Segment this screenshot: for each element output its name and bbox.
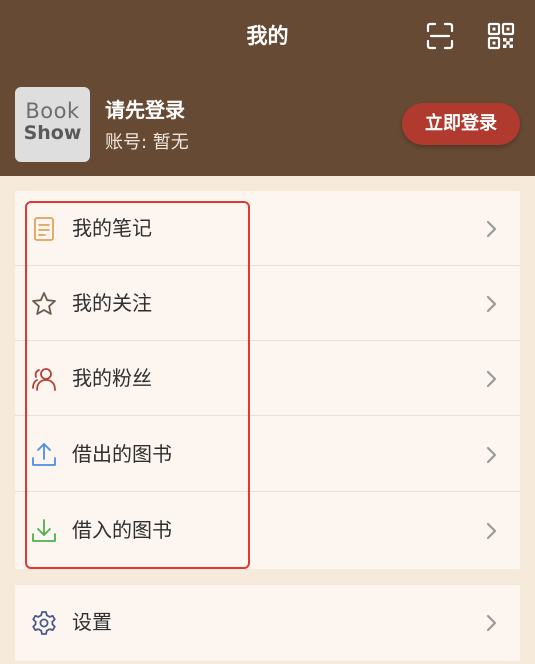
chevron-right-icon <box>482 444 502 466</box>
menu-card: 我的笔记 我的关注 我的粉丝 借出的图书 借入的图书 <box>15 191 520 569</box>
avatar[interactable]: Book Show <box>15 87 90 162</box>
login-button[interactable]: 立即登录 <box>402 103 520 145</box>
menu-item-label: 我的笔记 <box>72 216 152 240</box>
chevron-right-icon <box>482 218 502 240</box>
menu-item-label: 设置 <box>72 610 112 634</box>
upload-icon <box>30 441 58 469</box>
chevron-right-icon <box>482 293 502 315</box>
menu-item-settings[interactable]: 设置 <box>15 585 520 660</box>
menu-item-following[interactable]: 我的关注 <box>15 266 520 341</box>
menu-item-label: 借出的图书 <box>72 442 172 466</box>
header-area: 我的 Book Show 请先登录 账号: 暂无 立即登录 <box>0 0 535 176</box>
chevron-right-icon <box>482 368 502 390</box>
users-icon <box>30 365 58 393</box>
divider <box>15 415 520 416</box>
menu-item-notes[interactable]: 我的笔记 <box>15 191 520 266</box>
profile-page: 我的 Book Show 请先登录 账号: 暂无 立即登录 我的笔记 我的关注 … <box>0 0 535 664</box>
divider <box>15 491 520 492</box>
avatar-logo-line1: Book <box>25 99 80 123</box>
qr-code-icon[interactable] <box>486 21 516 51</box>
note-icon <box>30 215 58 243</box>
chevron-right-icon <box>482 520 502 542</box>
menu-item-label: 借入的图书 <box>72 518 172 542</box>
menu-item-lent-books[interactable]: 借出的图书 <box>15 417 520 492</box>
settings-card: 设置 <box>15 585 520 661</box>
scan-icon[interactable] <box>425 21 455 51</box>
menu-item-fans[interactable]: 我的粉丝 <box>15 341 520 416</box>
gear-icon <box>30 609 58 637</box>
chevron-right-icon <box>482 612 502 634</box>
menu-item-borrowed-books[interactable]: 借入的图书 <box>15 493 520 568</box>
menu-item-label: 我的粉丝 <box>72 366 152 390</box>
star-icon <box>30 290 58 318</box>
menu-item-label: 我的关注 <box>72 291 152 315</box>
avatar-logo-line2: Show <box>23 122 82 144</box>
download-icon <box>30 517 58 545</box>
account-info: 账号: 暂无 <box>105 132 189 153</box>
login-prompt[interactable]: 请先登录 <box>105 94 185 123</box>
